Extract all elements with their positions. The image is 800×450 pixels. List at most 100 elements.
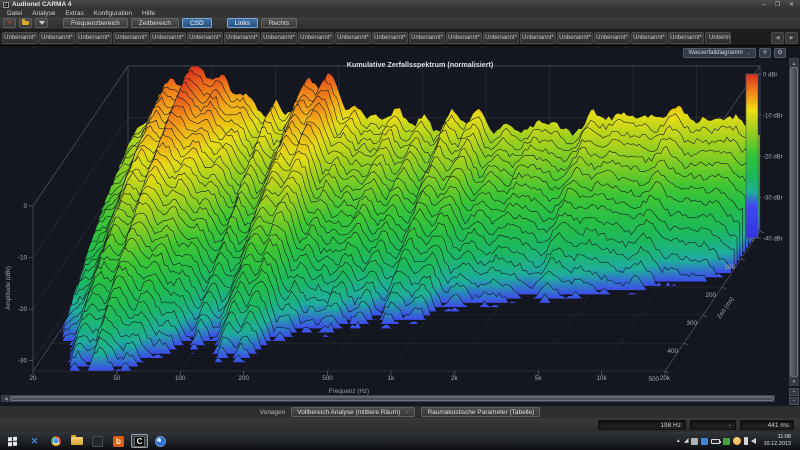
analysis-mode-button[interactable]: Frequenzbereich <box>63 18 128 28</box>
zoom-buttons-vertical: + − <box>789 388 799 405</box>
zoom-in-button[interactable]: + <box>789 388 799 396</box>
display-tray-icon[interactable] <box>691 438 698 445</box>
tab-unbenannt[interactable]: Unbenannt* <box>668 32 704 44</box>
svg-text:200: 200 <box>238 375 249 382</box>
tab-unbenannt[interactable]: Unbenannt* <box>335 32 371 44</box>
windows-logo-icon <box>8 436 17 446</box>
system-tray: ▲ ◢ 11:08 10.12.2013 <box>676 434 798 448</box>
tab-unbenannt[interactable]: Unbenannt* <box>261 32 297 44</box>
tab-unbenannt[interactable]: Unbenannt* <box>483 32 519 44</box>
tab-unbenannt[interactable]: Unbenannt* <box>446 32 482 44</box>
tab-unbenannt[interactable]: Unbenannt* <box>594 32 630 44</box>
tab-unbenannt[interactable]: Unbenannt* <box>76 32 112 44</box>
channel-button[interactable]: Links <box>227 18 258 28</box>
svg-text:Zeit (ms): Zeit (ms) <box>716 296 736 321</box>
templates-label: Vorlagen <box>260 409 286 416</box>
tab-unbenannt[interactable]: Unbenn <box>705 32 731 44</box>
menu-item[interactable]: Konfiguration <box>89 10 137 17</box>
tab-unbenannt[interactable]: Unbenannt* <box>557 32 593 44</box>
maximize-button[interactable]: ❐ <box>772 1 783 9</box>
tray-expand-icon[interactable]: ▲ <box>676 438 681 444</box>
tab-unbenannt[interactable]: Unbenannt* <box>409 32 445 44</box>
minimize-button[interactable]: – <box>758 1 769 9</box>
tab-unbenannt[interactable]: Unbenannt* <box>224 32 260 44</box>
battery-icon[interactable] <box>711 439 720 444</box>
scroll-left-arrow-icon[interactable]: ◀ <box>2 396 10 401</box>
tab-unbenannt[interactable]: Unbenannt* <box>187 32 223 44</box>
taskbar-app-explorer[interactable] <box>68 434 85 448</box>
start-button[interactable] <box>2 433 22 449</box>
volume-icon[interactable] <box>751 438 756 444</box>
network-signal-icon[interactable]: ◢ <box>684 438 689 444</box>
toolbar: ● FrequenzbereichZeitbereichCSD LinksRec… <box>0 17 800 29</box>
zoom-out-button[interactable]: − <box>789 397 799 405</box>
chevron-down-icon: ⌄ <box>747 50 751 56</box>
svg-text:300: 300 <box>686 320 697 327</box>
menu-item[interactable]: Analyse <box>27 10 60 17</box>
taskbar-app-browser[interactable] <box>152 434 169 448</box>
tab-unbenannt[interactable]: Unbenannt* <box>39 32 75 44</box>
clock-date: 10.12.2013 <box>763 441 791 447</box>
svg-text:-30 dBr: -30 dBr <box>763 196 783 202</box>
b-app-icon: b <box>113 436 124 447</box>
white-tray-icon[interactable] <box>744 437 748 445</box>
title-bar: C Audionet CARMA 4 – ❐ ✕ <box>0 0 800 9</box>
tab-strip: Unbenannt*Unbenannt*Unbenannt*Unbenannt*… <box>2 32 770 44</box>
taskbar-app-chrome[interactable] <box>47 434 64 448</box>
analysis-mode-button[interactable]: Zeitbereich <box>131 18 179 28</box>
taskbar-app-game[interactable] <box>89 434 106 448</box>
gear-icon: ⚙ <box>777 50 782 56</box>
room-acoustic-parameters-button[interactable]: Raumakustische Parameter (Tabelle) <box>421 407 540 417</box>
open-file-button[interactable] <box>19 18 32 28</box>
plot-settings-button[interactable]: ⚙ <box>774 48 786 58</box>
menu-item[interactable]: Datei <box>2 10 27 17</box>
tab-unbenannt[interactable]: Unbenannt* <box>150 32 186 44</box>
svg-text:20k: 20k <box>660 375 671 382</box>
menu-item[interactable]: Extras <box>60 10 88 17</box>
taskbar-app-b[interactable]: b <box>110 434 127 448</box>
tab-unbenannt[interactable]: Unbenannt* <box>2 32 38 44</box>
svg-text:1k: 1k <box>388 375 396 382</box>
close-button[interactable]: ✕ <box>786 1 797 9</box>
view-type-value: Wasserfalldiagramm <box>688 50 742 56</box>
green-tray-icon[interactable] <box>723 438 730 445</box>
tab-bar: Unbenannt*Unbenannt*Unbenannt*Unbenannt*… <box>0 29 800 45</box>
horizontal-scrollbar-thumb[interactable] <box>10 396 774 401</box>
svg-text:100: 100 <box>175 375 186 382</box>
vertical-scrollbar-thumb[interactable] <box>790 67 798 377</box>
globe-icon <box>155 436 166 447</box>
svg-text:400: 400 <box>667 348 678 355</box>
scroll-up-arrow-icon[interactable]: ▲ <box>790 59 798 67</box>
tab-scroll-left-button[interactable]: ◀ <box>771 32 784 44</box>
chevron-down-icon: ⌄ <box>405 409 409 415</box>
tab-unbenannt[interactable]: Unbenannt* <box>631 32 667 44</box>
channel-button[interactable]: Rechts <box>261 18 297 28</box>
tab-unbenannt[interactable]: Unbenannt* <box>298 32 334 44</box>
template-dropdown[interactable]: Vollbereich Analyse (mittlere Räum) ⌄ <box>291 407 415 417</box>
svg-text:500: 500 <box>322 375 333 382</box>
tab-unbenannt[interactable]: Unbenannt* <box>520 32 556 44</box>
tab-unbenannt[interactable]: Unbenannt* <box>372 32 408 44</box>
filter-button[interactable] <box>35 18 48 28</box>
status-frequency: 198 Hz <box>598 420 686 430</box>
plot-panel: Wasserfalldiagramm ⌄ ✛ ⚙ 20501002005001k… <box>0 45 800 406</box>
analysis-mode-button[interactable]: CSD <box>182 18 212 28</box>
pan-view-button[interactable]: ✛ <box>759 48 771 58</box>
status-time: 441 ms <box>740 420 794 430</box>
svg-text:2k: 2k <box>451 375 459 382</box>
app-tray-icon[interactable] <box>701 438 708 445</box>
taskbar-app-carma-active[interactable]: C <box>131 434 148 448</box>
horizontal-scrollbar[interactable]: ◀ <box>1 395 775 402</box>
taskbar-app-blue[interactable]: ✕ <box>26 434 43 448</box>
orange-tray-icon[interactable] <box>733 437 741 445</box>
vertical-scrollbar[interactable]: ▲ ▼ <box>789 58 799 386</box>
window-title: Audionet CARMA 4 <box>12 1 755 8</box>
scroll-down-arrow-icon[interactable]: ▼ <box>790 377 798 385</box>
menu-item[interactable]: Hilfe <box>137 10 160 17</box>
record-button[interactable]: ● <box>3 18 16 28</box>
template-dropdown-value: Vollbereich Analyse (mittlere Räum) <box>297 409 400 416</box>
tab-scroll-right-button[interactable]: ▶ <box>785 32 798 44</box>
taskbar-clock[interactable]: 11:08 10.12.2013 <box>759 434 795 448</box>
view-type-dropdown[interactable]: Wasserfalldiagramm ⌄ <box>683 48 756 58</box>
tab-unbenannt[interactable]: Unbenannt* <box>113 32 149 44</box>
